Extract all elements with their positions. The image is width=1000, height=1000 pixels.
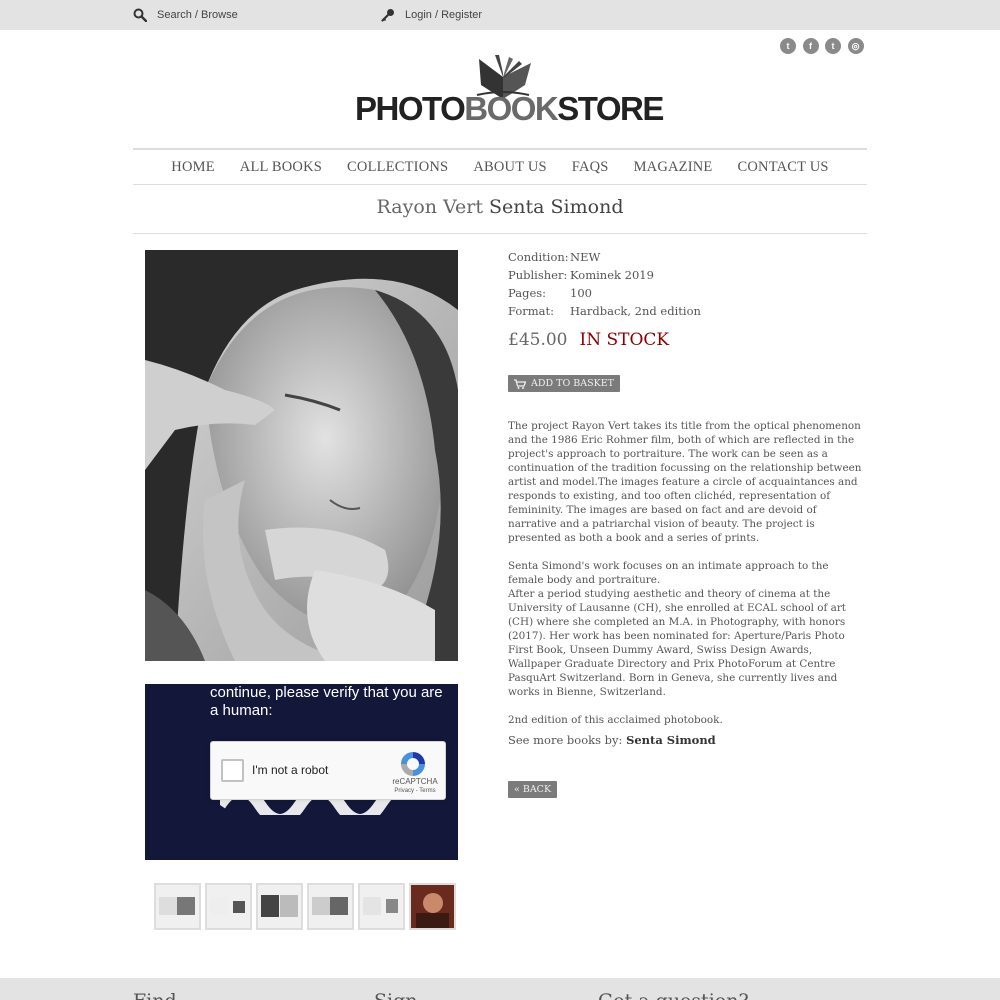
back-button[interactable]: « BACK (508, 781, 558, 798)
instagram-icon[interactable]: ◎ (847, 38, 864, 54)
book-title: Rayon Vert (376, 196, 483, 218)
detail-row-publisher: Publisher: Kominek 2019 (508, 266, 701, 284)
footer: Find Sign Got a question? (0, 978, 1000, 1000)
see-more-label: See more books by: (508, 733, 623, 747)
logo-part-book: BOOK (464, 90, 559, 127)
twitter-icon[interactable]: t (780, 38, 796, 54)
detail-value: Hardback, 2nd edition (570, 304, 701, 318)
description-paragraph: The project Rayon Vert takes its title f… (508, 420, 862, 544)
nav-about-us[interactable]: ABOUT US (473, 159, 546, 176)
price-row: £45.00 IN STOCK (508, 330, 669, 350)
add-to-basket-button[interactable]: ADD TO BASKET (508, 375, 620, 392)
main-nav: HOME ALL BOOKS COLLECTIONS ABOUT US FAQS… (133, 148, 867, 185)
tumblr-icon[interactable]: t (825, 38, 841, 54)
book-details: Condition: NEW Publisher: Kominek 2019 P… (508, 248, 701, 320)
back-label: « BACK (514, 784, 552, 795)
description-paragraph: 2nd edition of this acclaimed photobook. (508, 714, 723, 726)
logo-part-store: STORE (557, 90, 664, 127)
detail-key: Condition: (508, 250, 569, 264)
thumbnail-strip (154, 883, 456, 930)
thumbnail[interactable] (307, 883, 354, 930)
detail-value: 100 (570, 286, 592, 300)
search-browse-label: Search / Browse (157, 9, 238, 21)
title-divider (133, 233, 867, 234)
logo-wordmark: PHOTOBOOKSTORE (355, 90, 664, 128)
page-title: Rayon Vert Senta Simond (133, 196, 867, 218)
price: £45.00 (508, 330, 568, 350)
book-description: The project Rayon Vert takes its title f… (508, 419, 866, 741)
search-browse-link[interactable]: Search / Browse (133, 0, 238, 30)
logo-part-photo: PHOTO (355, 90, 466, 127)
nav-faqs[interactable]: FAQS (572, 159, 609, 176)
nav-home[interactable]: HOME (171, 159, 215, 176)
nav-collections[interactable]: COLLECTIONS (347, 159, 448, 176)
recaptcha-widget: I'm not a robot reCAPTCHA Privacy - Term… (210, 741, 446, 800)
thumbnail[interactable] (409, 883, 456, 930)
book-author: Senta Simond (489, 196, 624, 218)
detail-key: Format: (508, 304, 555, 318)
author-link[interactable]: Senta Simond (626, 733, 716, 747)
detail-key: Publisher: (508, 268, 568, 282)
detail-value: Kominek 2019 (570, 268, 654, 282)
login-register-link[interactable]: Login / Register (381, 0, 482, 30)
description-paragraph: After a period studying aesthetic and th… (508, 588, 846, 698)
detail-key: Pages: (508, 286, 547, 300)
nav-all-books[interactable]: ALL BOOKS (240, 159, 322, 176)
footer-heading-find: Find (133, 990, 177, 1000)
footer-heading-sign: Sign (374, 990, 418, 1000)
detail-row-condition: Condition: NEW (508, 248, 701, 266)
recaptcha-label: I'm not a robot (252, 763, 329, 777)
facebook-icon[interactable]: f (802, 38, 819, 54)
main-book-image[interactable] (145, 250, 458, 661)
thumbnail[interactable] (205, 883, 252, 930)
recaptcha-logo-icon (401, 752, 425, 776)
detail-row-format: Format: Hardback, 2nd edition (508, 302, 701, 320)
detail-value: NEW (570, 250, 601, 264)
key-icon (381, 9, 394, 22)
thumbnail[interactable] (256, 883, 303, 930)
thumbnail[interactable] (154, 883, 201, 930)
nav-magazine[interactable]: MAGAZINE (634, 159, 713, 176)
thumbnail[interactable] (358, 883, 405, 930)
top-bar: Search / Browse Login / Register (0, 0, 1000, 30)
description-paragraph: Senta Simond's work focuses on an intima… (508, 560, 829, 586)
recaptcha-brand: reCAPTCHA (392, 777, 438, 786)
add-to-basket-label: ADD TO BASKET (531, 378, 614, 389)
nav-contact-us[interactable]: CONTACT US (737, 159, 828, 176)
login-register-label: Login / Register (405, 9, 483, 21)
recaptcha-checkbox[interactable] (221, 759, 244, 782)
recaptcha-terms[interactable]: Privacy - Terms (387, 788, 443, 794)
captcha-prompt: continue, please verify that you are a h… (210, 684, 443, 719)
basket-icon (514, 378, 526, 389)
footer-heading-question: Got a question? (598, 990, 749, 1000)
see-more-books: See more books by: Senta Simond (508, 733, 716, 747)
search-icon (133, 8, 147, 22)
site-logo[interactable]: PHOTOBOOKSTORE (355, 55, 664, 127)
detail-row-pages: Pages: 100 (508, 284, 701, 302)
captcha-overlay: continue, please verify that you are a h… (145, 684, 458, 860)
social-links: t f t ◎ (780, 38, 864, 54)
stock-status: IN STOCK (579, 330, 670, 350)
